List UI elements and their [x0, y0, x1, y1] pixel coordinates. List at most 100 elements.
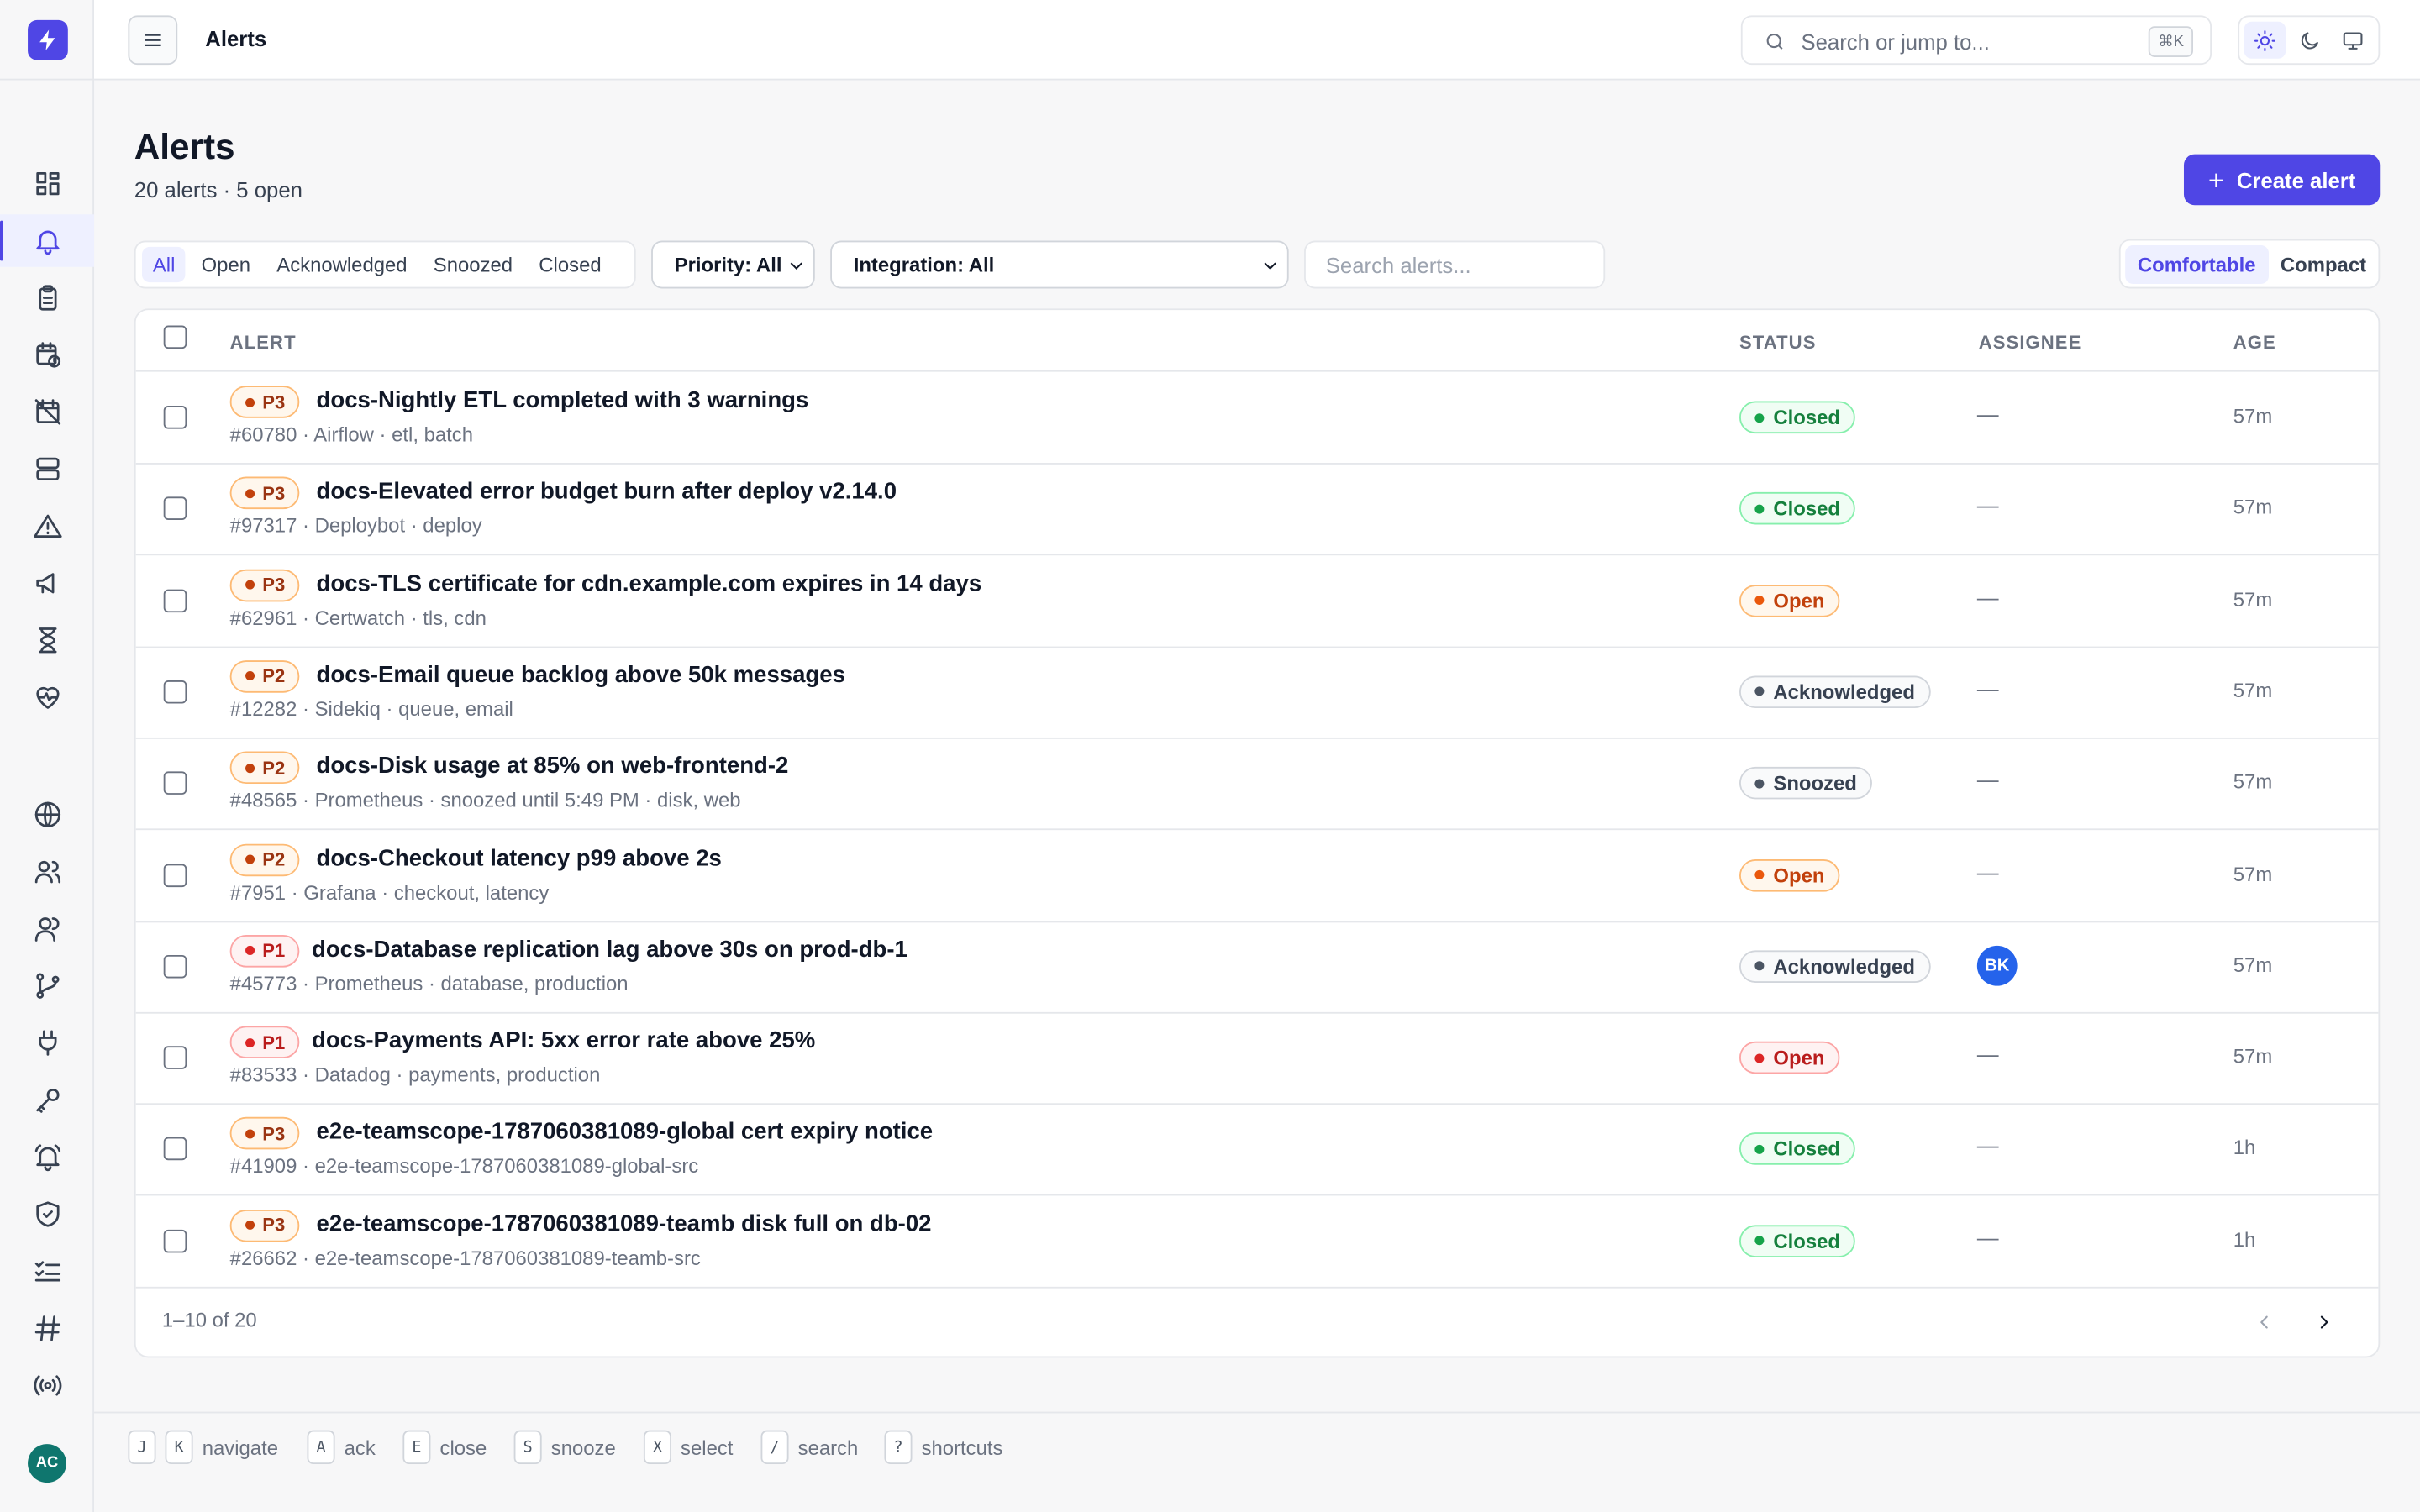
alert-title-link[interactable]: e2e-teamscope-1787060381089-global cert …	[317, 1119, 934, 1145]
row-checkbox[interactable]	[163, 588, 187, 612]
table-row[interactable]: P1 docs-Database replication lag above 30…	[135, 921, 2379, 1014]
sidebar-item-timers[interactable]	[0, 614, 94, 666]
column-header-age[interactable]: AGE	[2233, 332, 2276, 354]
table-row[interactable]: P3 e2e-teamscope-1787060381089-global cer…	[135, 1104, 2379, 1197]
table-row[interactable]: P3 docs-TLS certificate for cdn.example.c…	[135, 554, 2379, 648]
density-compact-button[interactable]: Compact	[2268, 244, 2379, 283]
assignee-avatar[interactable]: BK	[1976, 945, 2018, 986]
alert-meta: #45773 · Prometheus · database, producti…	[229, 971, 629, 995]
chevron-down-icon	[787, 256, 806, 275]
alert-title-link[interactable]: docs-Email queue backlog above 50k messa…	[317, 662, 845, 688]
priority-select[interactable]: Priority: All	[651, 240, 815, 289]
sidebar-item-incidents[interactable]	[0, 271, 94, 323]
user-avatar[interactable]: AC	[28, 1444, 66, 1483]
alert-title-link[interactable]: docs-Disk usage at 85% on web-frontend-2	[317, 753, 789, 780]
sidebar-item-announcements[interactable]	[0, 557, 94, 609]
sidebar-item-security[interactable]	[0, 1188, 94, 1240]
table-row[interactable]: P3 docs-Elevated error budget burn after …	[135, 464, 2379, 556]
select-all-checkbox[interactable]	[163, 325, 187, 349]
status-badge: Open	[1739, 858, 1840, 891]
menu-toggle-button[interactable]	[128, 15, 178, 66]
shortcut-label: select	[681, 1436, 734, 1459]
theme-system-button[interactable]	[2333, 22, 2374, 59]
sidebar-item-alerts[interactable]	[0, 214, 95, 267]
sidebar-item-escalations[interactable]	[0, 959, 94, 1011]
table-row[interactable]: P2 docs-Email queue backlog above 50k mes…	[135, 646, 2379, 739]
table-row[interactable]: P3 e2e-teamscope-1787060381089-teamb disk…	[135, 1195, 2379, 1289]
column-header-alert[interactable]: ALERT	[230, 332, 297, 354]
row-checkbox[interactable]	[163, 863, 187, 887]
sidebar-item-broadcast[interactable]	[0, 1359, 94, 1411]
priority-label: P3	[262, 1214, 286, 1236]
table-row[interactable]: P1 docs-Payments API: 5xx error rate abov…	[135, 1012, 2379, 1105]
table-row[interactable]: P2 docs-Checkout latency p99 above 2s #795…	[135, 829, 2379, 922]
previous-page-button[interactable]	[2249, 1307, 2280, 1338]
column-header-status[interactable]: STATUS	[1739, 332, 1817, 354]
sidebar-item-channels[interactable]	[0, 1302, 94, 1354]
row-checkbox[interactable]	[163, 1137, 187, 1161]
shortcut-label: shortcuts	[921, 1436, 1003, 1459]
app-logo[interactable]	[28, 19, 68, 60]
table-row[interactable]: P3 docs-Nightly ETL completed with 3 warn…	[135, 372, 2379, 465]
density-comfortable-button[interactable]: Comfortable	[2125, 244, 2269, 284]
alert-age: 57m	[2233, 678, 2273, 702]
create-alert-button[interactable]: + Create alert	[2183, 154, 2381, 206]
chevron-down-icon	[1261, 256, 1280, 275]
alert-title-link[interactable]: docs-TLS certificate for cdn.example.com…	[317, 570, 982, 596]
tab-open[interactable]: Open	[191, 247, 261, 282]
tab-closed[interactable]: Closed	[528, 247, 612, 282]
sidebar-item-status-pages[interactable]	[0, 789, 94, 841]
table-row[interactable]: P2 docs-Disk usage at 85% on web-frontend…	[135, 738, 2379, 831]
row-checkbox[interactable]	[163, 496, 187, 521]
status-dot	[1754, 961, 1765, 971]
shortcut-hint: Ssnooze	[513, 1430, 616, 1465]
sidebar-item-calendar-off[interactable]	[0, 386, 94, 438]
row-checkbox[interactable]	[163, 680, 187, 704]
keyboard-shortcuts-bar: J Knavigate Aack Eclose Ssnooze Xselect / searc…	[94, 1411, 2420, 1512]
alert-title-link[interactable]: docs-Nightly ETL completed with 3 warnin…	[317, 387, 809, 413]
sidebar-item-teams[interactable]	[0, 902, 94, 954]
row-checkbox[interactable]	[163, 406, 187, 429]
theme-dark-button[interactable]	[2288, 22, 2329, 59]
tab-snoozed[interactable]: Snoozed	[423, 247, 523, 282]
next-page-button[interactable]	[2309, 1307, 2340, 1338]
alert-age: 57m	[2233, 1044, 2273, 1068]
tab-acknowledged[interactable]: Acknowledged	[266, 247, 418, 282]
alert-search-input[interactable]: Search alerts...	[1304, 240, 1606, 289]
integration-select[interactable]: Integration: All	[830, 240, 1289, 289]
global-search-input[interactable]: Search or jump to... ⌘K	[1740, 15, 2212, 66]
priority-dot	[245, 671, 255, 681]
sidebar-item-services[interactable]	[0, 443, 94, 495]
sidebar-item-schedules[interactable]	[0, 328, 94, 381]
sidebar-item-users[interactable]	[0, 846, 94, 898]
create-alert-label: Create alert	[2236, 167, 2356, 192]
assignee-empty: —	[1976, 767, 1999, 792]
row-checkbox[interactable]	[163, 954, 187, 979]
alert-title-link[interactable]: docs-Database replication lag above 30s …	[312, 937, 908, 963]
sidebar-item-warnings[interactable]	[0, 500, 94, 552]
sidebar-item-dashboard[interactable]	[0, 157, 94, 209]
sidebar-item-tasks[interactable]	[0, 1245, 94, 1297]
alert-title-link[interactable]: docs-Checkout latency p99 above 2s	[317, 845, 722, 871]
row-checkbox[interactable]	[163, 771, 187, 795]
assignee-empty: —	[1976, 675, 1999, 701]
sidebar-item-health[interactable]	[0, 671, 94, 723]
chevron-left-icon	[2260, 1315, 2268, 1329]
priority-label: P1	[262, 1032, 286, 1053]
git-branch-icon	[35, 973, 59, 999]
column-header-assignee[interactable]: ASSIGNEE	[1979, 332, 2082, 354]
assignee-empty: —	[1976, 401, 1999, 426]
row-checkbox[interactable]	[163, 1046, 187, 1070]
row-checkbox[interactable]	[163, 1229, 187, 1252]
server-icon	[35, 457, 59, 480]
sidebar-item-api-keys[interactable]	[0, 1074, 94, 1126]
sidebar-item-integrations[interactable]	[0, 1016, 94, 1068]
sidebar-item-notifications[interactable]	[0, 1131, 94, 1183]
theme-light-button[interactable]	[2244, 21, 2286, 59]
alert-title-link[interactable]: e2e-teamscope-1787060381089-teamb disk f…	[317, 1210, 932, 1236]
alert-title-link[interactable]: docs-Elevated error budget burn after de…	[317, 479, 897, 505]
alert-meta: #62961 · Certwatch · tls, cdn	[229, 606, 487, 629]
alert-title-link[interactable]: docs-Payments API: 5xx error rate above …	[312, 1027, 815, 1053]
tab-all[interactable]: All	[141, 246, 187, 283]
alert-meta: #41909 · e2e-teamscope-1787060381089-glo…	[229, 1154, 699, 1179]
